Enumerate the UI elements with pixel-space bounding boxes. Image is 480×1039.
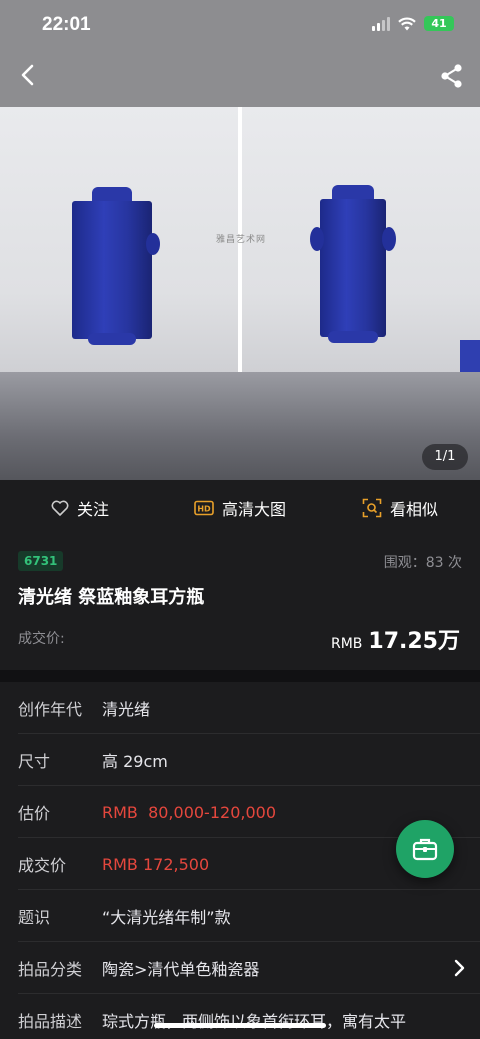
detail-row-inscription: 题识 “大清光绪年制”款 bbox=[0, 890, 480, 942]
detail-key: 拍品分类 bbox=[18, 960, 83, 979]
detail-row-description: 拍品描述 琮式方瓶，两侧饰以象首衔环耳，寓有太平 bbox=[0, 994, 480, 1039]
back-arrow-icon[interactable] bbox=[16, 62, 42, 88]
chevron-right-icon bbox=[454, 959, 465, 977]
detail-value: 高 29cm bbox=[102, 752, 168, 771]
share-icon[interactable] bbox=[438, 62, 466, 90]
deal-price-amount: 17.25万 bbox=[368, 629, 460, 654]
status-indicators: 41 bbox=[372, 16, 454, 31]
detail-key: 尺寸 bbox=[18, 752, 51, 771]
status-time: 22:01 bbox=[42, 14, 91, 35]
detail-key: 成交价 bbox=[18, 856, 67, 875]
detail-row-era: 创作年代 清光绪 bbox=[0, 682, 480, 734]
briefcase-fab-button[interactable] bbox=[396, 820, 454, 878]
vase-foot bbox=[328, 331, 378, 343]
view-count: 围观：83 次 bbox=[383, 555, 462, 571]
vase-foot bbox=[88, 333, 136, 345]
deal-price: RMB 17.25万 bbox=[331, 623, 460, 655]
image-page-indicator: 1/1 bbox=[422, 444, 468, 470]
deal-price-label: 成交价: bbox=[18, 631, 65, 647]
vase-ear bbox=[146, 233, 160, 255]
detail-key: 拍品描述 bbox=[18, 1012, 83, 1031]
hd-image-button[interactable]: HD 高清大图 bbox=[160, 496, 320, 520]
detail-value: 琮式方瓶，两侧饰以象首衔环耳，寓有太平 bbox=[102, 1012, 407, 1031]
vase-ear bbox=[310, 227, 324, 251]
home-indicator bbox=[154, 1023, 326, 1028]
svg-text:HD: HD bbox=[197, 505, 211, 514]
product-image-carousel[interactable]: 雅昌艺术网 bbox=[0, 0, 480, 480]
signal-icon bbox=[372, 16, 390, 31]
briefcase-icon bbox=[412, 838, 438, 861]
scan-search-icon bbox=[362, 498, 382, 518]
lot-title: 清光绪 祭蓝釉象耳方瓶 bbox=[18, 587, 205, 608]
detail-value: “大清光绪年制”款 bbox=[102, 908, 231, 927]
photo-reflection bbox=[0, 372, 480, 480]
wifi-icon bbox=[398, 17, 416, 30]
lot-summary: 6731 围观：83 次 清光绪 祭蓝釉象耳方瓶 成交价: RMB 17.25万 bbox=[0, 536, 480, 670]
detail-row-category[interactable]: 拍品分类 陶瓷>清代单色釉瓷器 bbox=[0, 942, 480, 994]
hd-icon: HD bbox=[194, 500, 214, 516]
detail-value: 清光绪 bbox=[102, 700, 151, 719]
detail-value: RMB 80,000-120,000 bbox=[102, 802, 276, 822]
follow-label: 关注 bbox=[76, 500, 109, 519]
find-similar-label: 看相似 bbox=[389, 500, 438, 519]
detail-value: 陶瓷>清代单色釉瓷器 bbox=[102, 960, 260, 979]
detail-key: 题识 bbox=[18, 908, 51, 927]
vase-body bbox=[320, 199, 386, 337]
detail-value: RMB 172,500 bbox=[102, 854, 210, 874]
deal-price-currency: RMB bbox=[330, 636, 363, 652]
product-photo-front bbox=[0, 107, 238, 372]
detail-key: 估价 bbox=[18, 804, 51, 823]
battery-icon: 41 bbox=[424, 16, 454, 31]
next-photo-edge bbox=[460, 340, 480, 372]
vase-body bbox=[72, 201, 152, 339]
hd-image-label: 高清大图 bbox=[221, 500, 286, 519]
vase-ear bbox=[382, 227, 396, 251]
image-watermark: 雅昌艺术网 bbox=[216, 235, 267, 245]
detail-row-size: 尺寸 高 29cm bbox=[0, 734, 480, 786]
detail-key: 创作年代 bbox=[18, 700, 83, 719]
find-similar-button[interactable]: 看相似 bbox=[320, 496, 480, 520]
section-divider bbox=[0, 670, 480, 682]
lot-number-badge: 6731 bbox=[18, 551, 64, 571]
follow-button[interactable]: 关注 bbox=[0, 496, 160, 520]
action-bar: 关注 HD 高清大图 看相似 bbox=[0, 480, 480, 536]
product-photo-side bbox=[242, 107, 480, 372]
heart-outline-icon bbox=[51, 500, 69, 516]
